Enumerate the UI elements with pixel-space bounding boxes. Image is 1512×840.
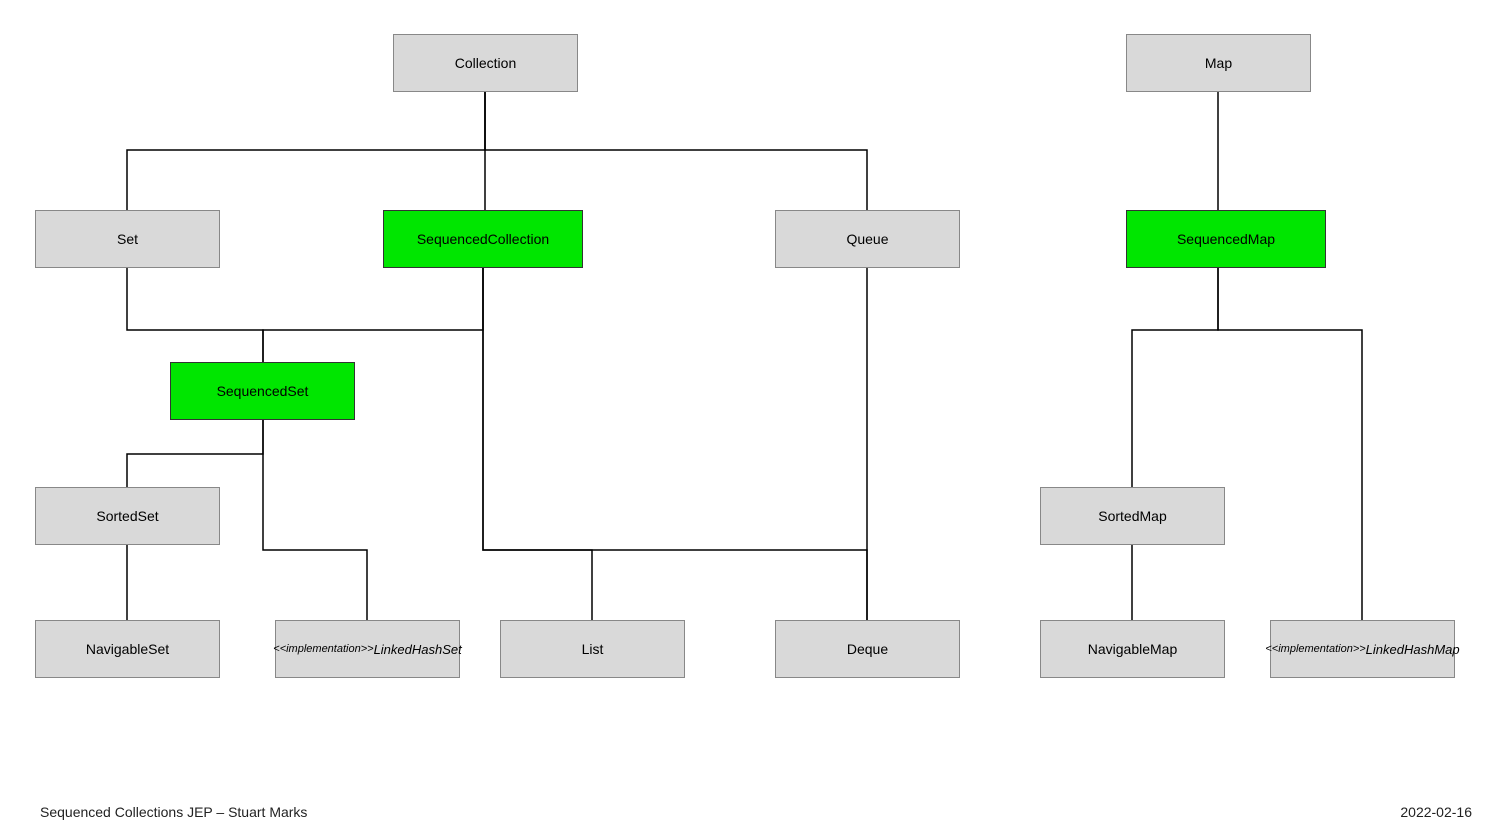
- node-sequenced-map: SequencedMap: [1126, 210, 1326, 268]
- node-map: Map: [1126, 34, 1311, 92]
- node-set: Set: [35, 210, 220, 268]
- footer-left: Sequenced Collections JEP – Stuart Marks: [40, 804, 307, 820]
- node-list: List: [500, 620, 685, 678]
- node-sequenced-set: SequencedSet: [170, 362, 355, 420]
- node-linked-hash-set: <<implementation>> LinkedHashSet: [275, 620, 460, 678]
- node-navigable-set: NavigableSet: [35, 620, 220, 678]
- node-navigable-map: NavigableMap: [1040, 620, 1225, 678]
- node-sequenced-collection: SequencedCollection: [383, 210, 583, 268]
- node-collection: Collection: [393, 34, 578, 92]
- node-linked-hash-map: <<implementation>> LinkedHashMap: [1270, 620, 1455, 678]
- node-deque: Deque: [775, 620, 960, 678]
- node-queue: Queue: [775, 210, 960, 268]
- node-sorted-map: SortedMap: [1040, 487, 1225, 545]
- node-sorted-set: SortedSet: [35, 487, 220, 545]
- footer-right: 2022-02-16: [1400, 804, 1472, 820]
- diagram: Collection Map Set SequencedCollection Q…: [0, 0, 1512, 800]
